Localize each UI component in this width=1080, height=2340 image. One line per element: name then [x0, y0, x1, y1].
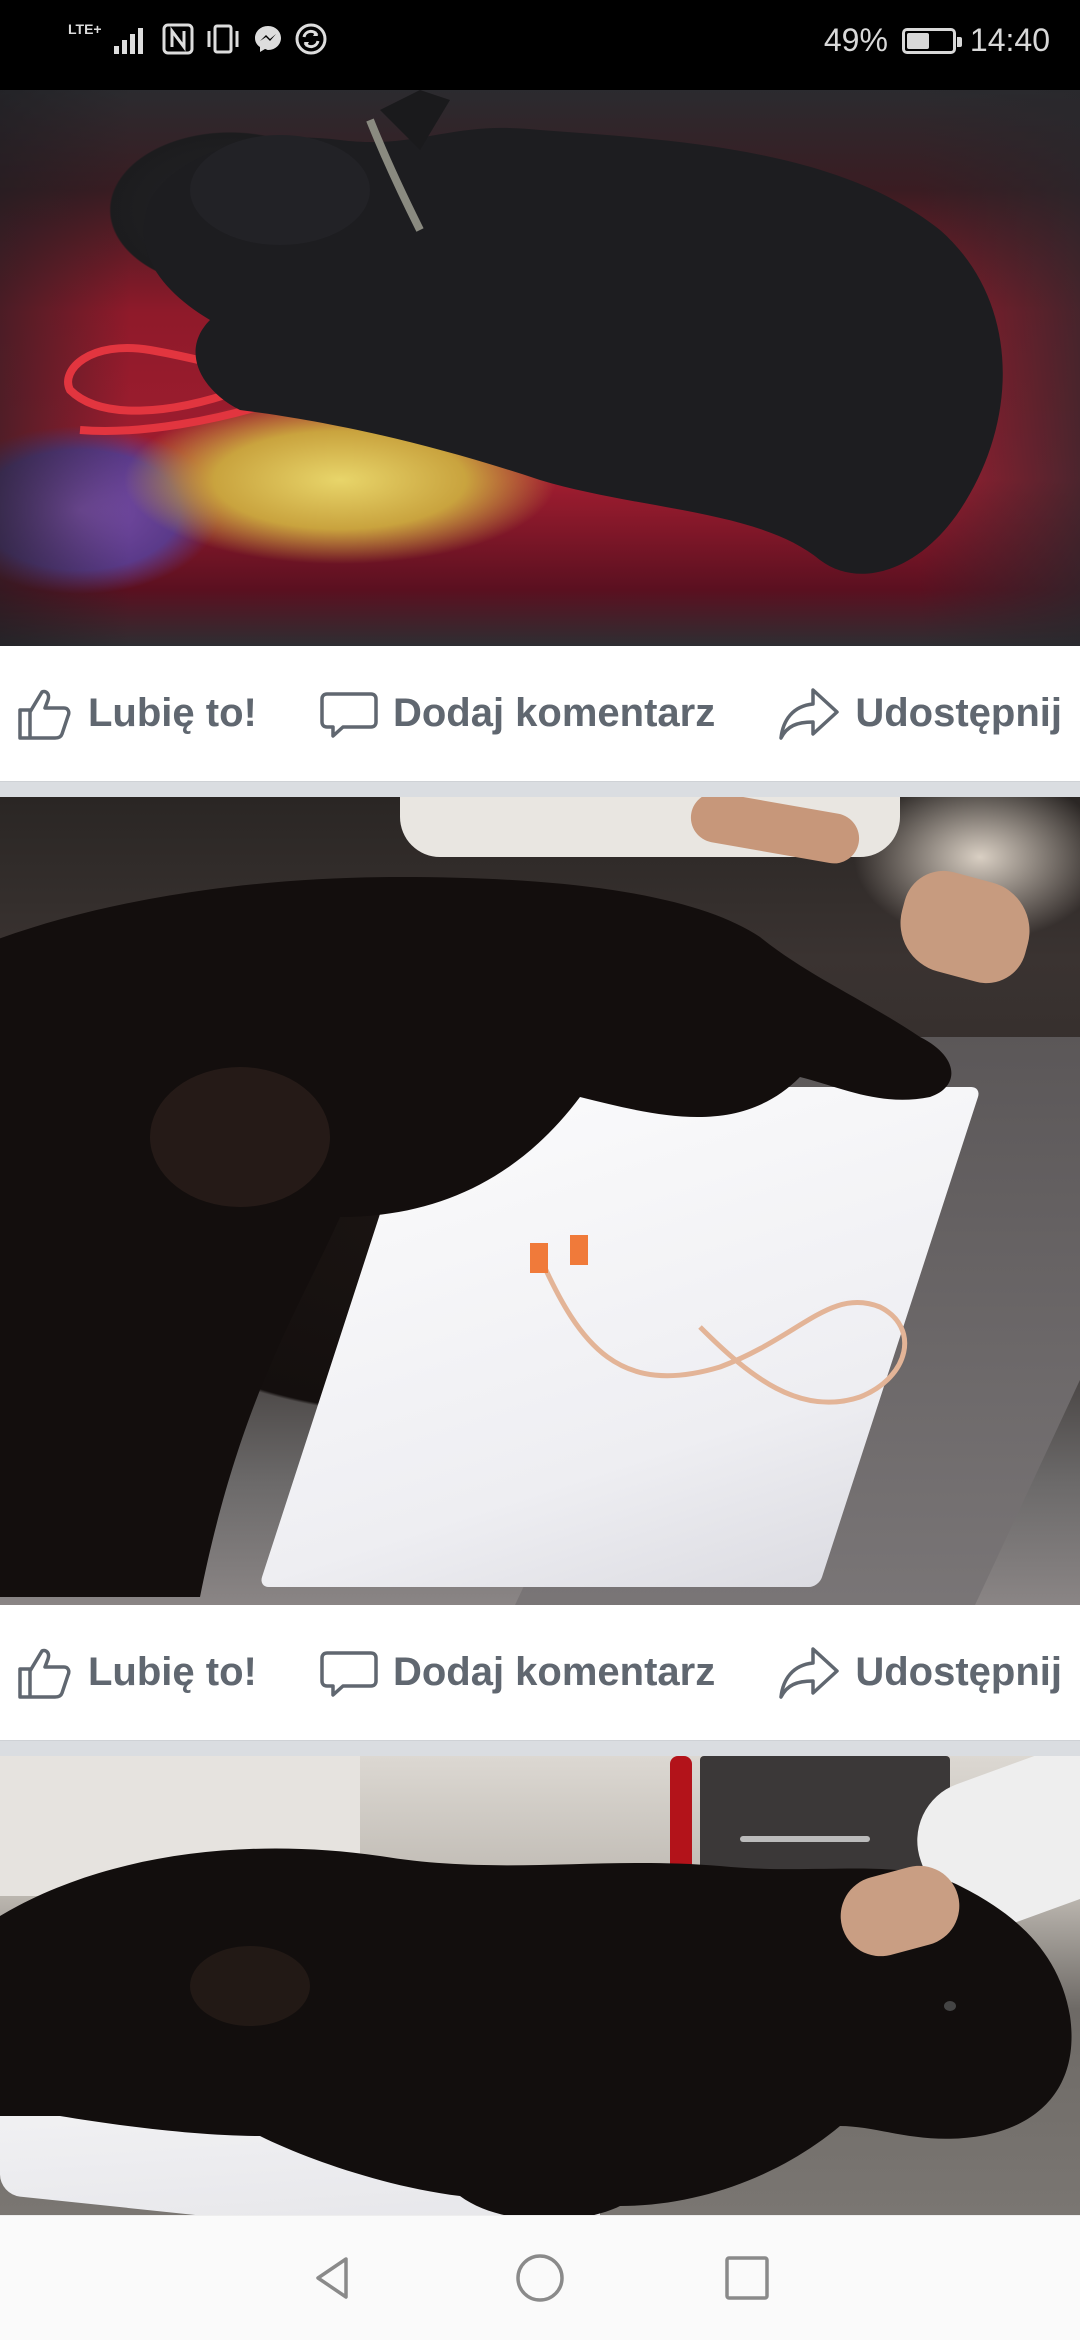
like-button[interactable]: Lubię to! — [14, 684, 257, 744]
messenger-icon — [254, 26, 281, 52]
like-label: Lubię to! — [88, 691, 257, 735]
share-label: Udostępnij — [855, 1650, 1062, 1694]
dog-in-car-photo[interactable] — [0, 90, 1080, 646]
share-button[interactable]: Udostępnij — [777, 1643, 1062, 1703]
home-icon — [516, 2254, 564, 2302]
comment-label: Dodaj komentarz — [392, 691, 716, 735]
iv-tube-graphic — [530, 1235, 908, 1405]
network-type: LTE+ — [68, 21, 102, 37]
system-nav-bar — [0, 2215, 1080, 2340]
like-button[interactable]: Lubię to! — [14, 1643, 257, 1703]
dog-with-iv-photo[interactable] — [0, 1756, 1080, 2216]
nav-home-button[interactable] — [500, 2238, 580, 2318]
share-button[interactable]: Udostępnij — [777, 684, 1062, 744]
comment-button[interactable]: Dodaj komentarz — [319, 1643, 715, 1703]
clock: 14:40 — [969, 22, 1050, 58]
thumbs-up-icon — [18, 689, 71, 740]
comment-button[interactable]: Dodaj komentarz — [319, 684, 715, 744]
dog-silhouette-3 — [0, 1848, 1072, 2216]
dog-silhouette-1 — [143, 90, 1003, 574]
signal-icon — [113, 28, 143, 54]
like-label: Lubię to! — [88, 1650, 257, 1694]
share-arrow-icon — [779, 1646, 840, 1699]
thumbs-up-icon — [18, 1648, 71, 1699]
status-bar: LTE+ 49% 14:40 — [0, 0, 1080, 90]
sync-icon — [295, 23, 327, 55]
nav-recents-button[interactable] — [707, 2238, 787, 2318]
battery-percent: 49% — [823, 22, 888, 58]
comment-bubble-icon — [320, 1650, 378, 1697]
comment-label: Dodaj komentarz — [392, 1650, 716, 1694]
comment-bubble-icon — [320, 691, 378, 738]
share-label: Udostępnij — [855, 691, 1062, 735]
dog-on-vet-table-photo[interactable] — [0, 797, 1080, 1605]
dog-silhouette-2 — [0, 877, 952, 1597]
vibrate-icon — [207, 24, 239, 54]
feed[interactable]: Lubię to! Dodaj komentarz Udostępnij Lub… — [0, 90, 1080, 2216]
battery-icon — [901, 27, 962, 54]
post-actions-1: Lubię to! Dodaj komentarz Udostępnij — [0, 646, 1080, 781]
back-icon — [316, 2257, 349, 2299]
post-divider — [0, 781, 1080, 797]
status-icons-right: 49% 14:40 — [824, 22, 1050, 59]
nfc-icon — [162, 23, 194, 55]
status-icons-left: LTE+ — [68, 22, 328, 56]
battery-level-fill — [906, 32, 929, 49]
share-arrow-icon — [779, 687, 840, 740]
recents-icon — [724, 2256, 769, 2300]
post-actions-2: Lubię to! Dodaj komentarz Udostępnij — [0, 1605, 1080, 1740]
post-divider — [0, 1740, 1080, 1756]
nav-back-button[interactable] — [293, 2238, 373, 2318]
